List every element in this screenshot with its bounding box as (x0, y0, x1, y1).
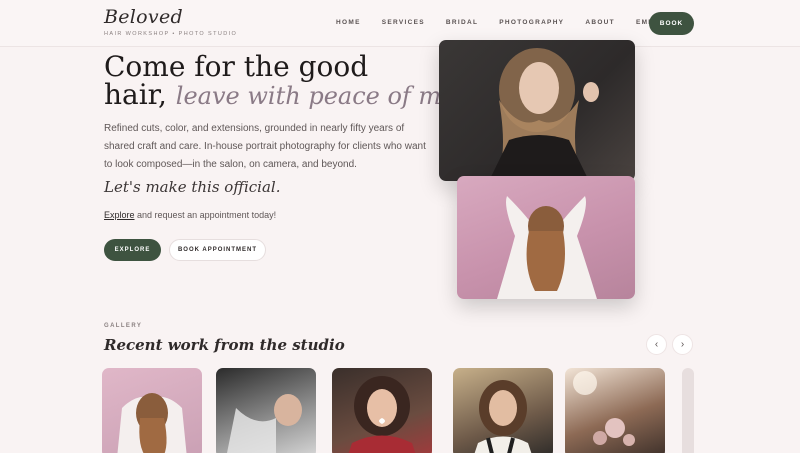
gallery-prev-button[interactable]: ‹ (646, 334, 667, 355)
gallery-thumb[interactable] (453, 368, 553, 453)
book-button[interactable]: BOOK (649, 12, 694, 35)
hero-photo-back-art (497, 196, 597, 299)
gallery-thumb-art (227, 394, 302, 453)
nav-bridal[interactable]: BRIDAL (446, 19, 478, 26)
nav-services[interactable]: SERVICES (382, 19, 425, 26)
nav-home[interactable]: HOME (336, 19, 361, 26)
hero-title-line2-prefix: hair, (104, 78, 167, 111)
gallery-thumb-art (117, 393, 187, 453)
nav-about[interactable]: ABOUT (585, 19, 615, 26)
hero-description: Refined cuts, color, and extensions, gro… (104, 123, 426, 170)
site-header: Beloved HAIR WORKSHOP • PHOTO STUDIO HOM… (0, 0, 800, 47)
gallery-thumb-art (348, 376, 416, 453)
hero-photo-portrait-art (489, 48, 599, 181)
book-appointment-button[interactable]: BOOK APPOINTMENT (169, 239, 266, 261)
explore-text: and request an appointment today! (137, 210, 277, 220)
hero-title-line2: hair, leave with peace of mind. (104, 78, 487, 111)
gallery-thumb-art (573, 371, 635, 446)
gallery-thumb-art (474, 380, 532, 453)
gallery-thumb[interactable] (102, 368, 202, 453)
gallery-thumb[interactable] (332, 368, 432, 453)
gallery-title: Recent work from the studio (104, 336, 345, 354)
hero-cta-line: Let's make this official. (104, 178, 281, 196)
explore-button[interactable]: EXPLORE (104, 239, 161, 261)
explore-link[interactable]: Explore (104, 210, 135, 220)
hero-photo-portrait (439, 40, 635, 181)
explore-line: Explore and request an appointment today… (104, 210, 276, 220)
gallery-thumb[interactable] (565, 368, 665, 453)
gallery-label: GALLERY (104, 323, 143, 329)
gallery-thumb-partial[interactable] (682, 368, 694, 453)
brand-logo[interactable]: Beloved (104, 6, 183, 28)
nav-photography[interactable]: PHOTOGRAPHY (499, 19, 564, 26)
gallery-thumb[interactable] (216, 368, 316, 453)
hero-title-line1: Come for the good (104, 50, 369, 83)
gallery-next-button[interactable]: › (672, 334, 693, 355)
chevron-left-icon: ‹ (654, 339, 659, 350)
hero-photo-back (457, 176, 635, 299)
chevron-right-icon: › (680, 339, 685, 350)
brand-tagline: HAIR WORKSHOP • PHOTO STUDIO (104, 31, 238, 37)
hero-title: Come for the good hair, leave with peace… (104, 50, 487, 111)
